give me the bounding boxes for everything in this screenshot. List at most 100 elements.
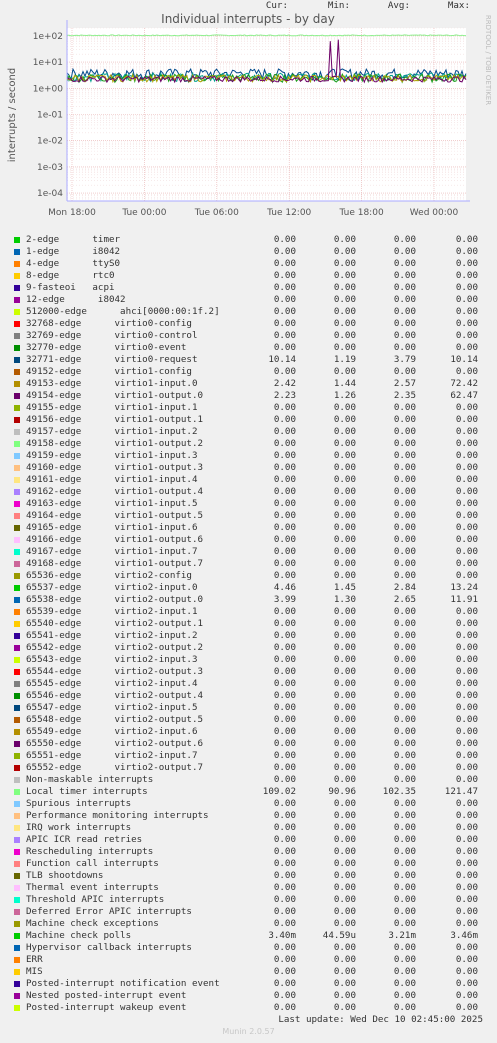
legend-avg: 0.00: [393, 642, 416, 653]
legend-swatch: [14, 885, 20, 891]
legend-cur: 0.00: [273, 882, 296, 893]
legend-min: 0.00: [333, 750, 356, 761]
legend-row: 65546-edge virtio2-output.4 0.00 0.00 0.00 0…: [0, 690, 497, 702]
legend-max: 0.00: [455, 366, 478, 377]
legend-avg: 0.00: [393, 990, 416, 1001]
legend-label: Threshold APIC interrupts: [26, 894, 165, 905]
legend-swatch: [14, 417, 20, 423]
legend-row: 49158-edge virtio1-output.2 0.00 0.00 0.00 0…: [0, 438, 497, 450]
legend-min: 0.00: [333, 606, 356, 617]
y-tick-label: 1e+00: [33, 84, 64, 94]
legend-min: 0.00: [333, 234, 356, 245]
legend-row: TLB shootdowns 0.00 0.00 0.00 0.00: [0, 870, 497, 882]
legend-avg: 0.00: [393, 978, 416, 989]
legend-cur: 0.00: [273, 1002, 296, 1013]
legend-row: 49157-edge virtio1-input.2 0.00 0.00 0.00 0.…: [0, 426, 497, 438]
legend-label: Spurious interrupts: [26, 798, 132, 809]
legend-row: 65537-edge virtio2-input.0 4.46 1.45 2.84 13…: [0, 582, 497, 594]
legend-max: 72.42: [450, 378, 478, 389]
legend-max: 0.00: [455, 402, 478, 413]
legend-avg: 0.00: [393, 510, 416, 521]
legend-row: 65549-edge virtio2-input.6 0.00 0.00 0.00 0.…: [0, 726, 497, 738]
legend-min: 0.00: [333, 834, 356, 845]
legend-cur: 0.00: [273, 618, 296, 629]
legend-min: 44.59u: [322, 930, 356, 941]
legend-min: 0.00: [333, 426, 356, 437]
legend-max: 0.00: [455, 702, 478, 713]
legend-min: 0.00: [333, 1002, 356, 1013]
legend-max: 0.00: [455, 270, 478, 281]
legend-label: Deferred Error APIC interrupts: [26, 906, 192, 917]
legend-swatch: [14, 309, 20, 315]
legend-avg: 2.65: [393, 594, 416, 605]
legend-row: Rescheduling interrupts 0.00 0.00 0.00 0.00: [0, 846, 497, 858]
legend-cur: 0.00: [273, 522, 296, 533]
legend-row: 65552-edge virtio2-output.7 0.00 0.00 0.00 0…: [0, 762, 497, 774]
legend-cur: 0.00: [273, 558, 296, 569]
legend-swatch: [14, 825, 20, 831]
legend-swatch: [14, 993, 20, 999]
legend-swatch: [14, 429, 20, 435]
legend-max: 0.00: [455, 246, 478, 257]
legend-avg: 0.00: [393, 486, 416, 497]
legend-max: 0.00: [455, 978, 478, 989]
legend-label: Machine check polls: [26, 930, 132, 941]
legend-cur: 0.00: [273, 318, 296, 329]
legend-cur: 109.02: [262, 786, 296, 797]
legend-row: 512000-edge ahci[0000:00:1f.2] 0.00 0.00 0.…: [0, 306, 497, 318]
legend-max: 0.00: [455, 510, 478, 521]
legend-min: 0.00: [333, 678, 356, 689]
legend-min: 0.00: [333, 294, 356, 305]
legend-avg: 0.00: [393, 942, 416, 953]
legend-label: 65537-edge virtio2-input.0: [26, 582, 198, 593]
legend-label: Posted-interrupt wakeup event: [26, 1002, 187, 1013]
legend-swatch: [14, 705, 20, 711]
legend-row: 1-edge i8042 0.00 0.00 0.00 0.00: [0, 246, 497, 258]
legend-avg: 0.00: [393, 462, 416, 473]
legend-cur: 0.00: [273, 510, 296, 521]
legend-min: 0.00: [333, 822, 356, 833]
legend-min: 90.96: [328, 786, 356, 797]
legend-cur: 0.00: [273, 570, 296, 581]
legend-min: 0.00: [333, 318, 356, 329]
legend-label: 65548-edge virtio2-output.5: [26, 714, 204, 725]
legend-label: 65545-edge virtio2-input.4: [26, 678, 198, 689]
legend-avg: 0.00: [393, 246, 416, 257]
legend-min: 1.30: [333, 594, 356, 605]
legend-min: 0.00: [333, 546, 356, 557]
legend-min: 1.19: [333, 354, 356, 365]
legend-row: 4-edge ttyS0 0.00 0.00 0.00 0.00: [0, 258, 497, 270]
legend-cur: 0.00: [273, 690, 296, 701]
legend-label: 49168-edge virtio1-output.7: [26, 558, 204, 569]
legend-row: 49163-edge virtio1-input.5 0.00 0.00 0.00 0.…: [0, 498, 497, 510]
legend-min: 0.00: [333, 966, 356, 977]
legend-max: 0.00: [455, 678, 478, 689]
legend-label: Rescheduling interrupts: [26, 846, 154, 857]
legend-cur: 0.00: [273, 642, 296, 653]
legend-swatch: [14, 237, 20, 243]
legend-swatch: [14, 249, 20, 255]
legend-label: IRQ work interrupts: [26, 822, 132, 833]
legend-swatch: [14, 969, 20, 975]
legend-row: Nested posted-interrupt event 0.00 0.00 0.0…: [0, 990, 497, 1002]
legend-min: 0.00: [333, 450, 356, 461]
legend-cur: 0.00: [273, 774, 296, 785]
legend-cur: 0.00: [273, 294, 296, 305]
legend-swatch: [14, 801, 20, 807]
legend-row: 65545-edge virtio2-input.4 0.00 0.00 0.00 0.…: [0, 678, 497, 690]
legend-cur: 0.00: [273, 942, 296, 953]
legend-avg: 0.00: [393, 894, 416, 905]
legend-row: Threshold APIC interrupts 0.00 0.00 0.00 0.0…: [0, 894, 497, 906]
legend-max: 0.00: [455, 306, 478, 317]
legend-max: 0.00: [455, 438, 478, 449]
legend-cur: 4.46: [273, 582, 296, 593]
legend-label: 4-edge ttyS0: [26, 258, 121, 269]
legend-avg: 0.00: [393, 270, 416, 281]
legend-cur: 0.00: [273, 798, 296, 809]
legend-avg: 0.00: [393, 258, 416, 269]
legend-swatch: [14, 321, 20, 327]
legend-label: 12-edge i8042: [26, 294, 126, 305]
legend-swatch: [14, 981, 20, 987]
legend-avg: 0.00: [393, 282, 416, 293]
legend-swatch: [14, 945, 20, 951]
